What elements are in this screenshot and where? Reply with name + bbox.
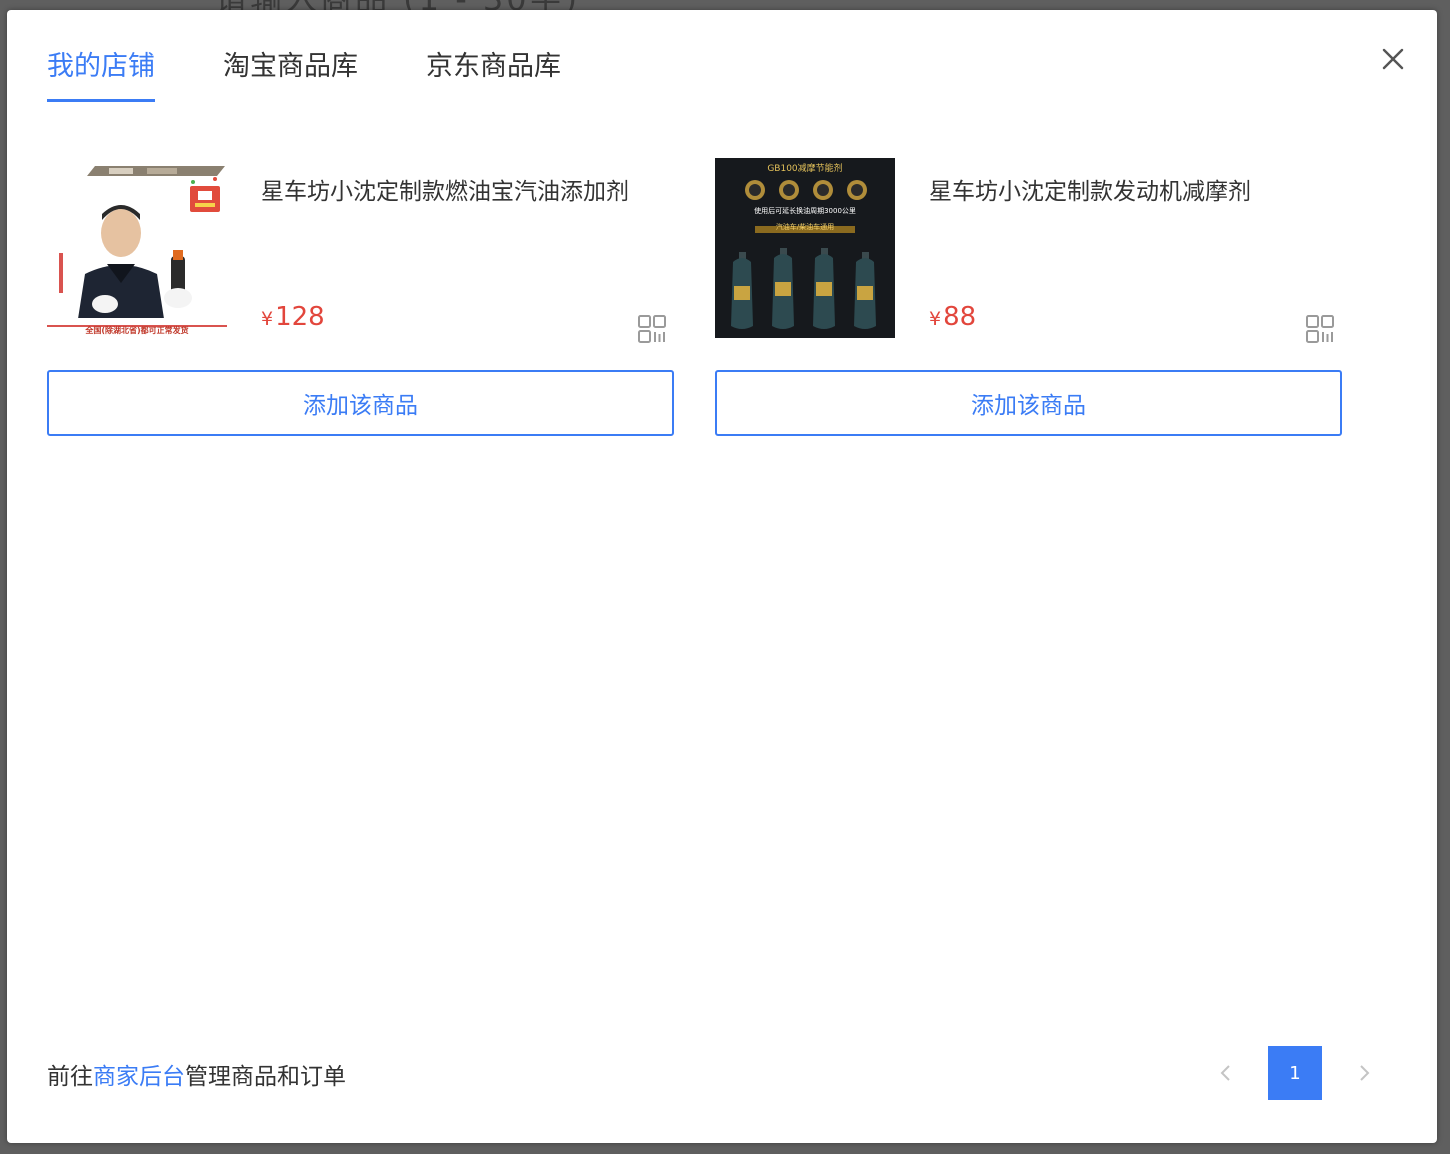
tab-my-shop[interactable]: 我的店铺 xyxy=(47,44,155,102)
product-image-tagline: 使用后可延长换油周期3000公里 xyxy=(754,207,856,215)
product-title: 星车坊小沈定制款燃油宝汽油添加剂 xyxy=(261,179,629,205)
source-tabs: 我的店铺 淘宝商品库 京东商品库 xyxy=(47,44,629,102)
tab-taobao-library[interactable]: 淘宝商品库 xyxy=(223,44,358,102)
merchant-backend-link[interactable]: 商家后台 xyxy=(93,1064,185,1090)
footer-prefix: 前往 xyxy=(47,1064,93,1090)
add-product-button[interactable]: 添加该商品 xyxy=(715,370,1342,436)
qr-code-icon[interactable] xyxy=(1305,314,1335,344)
product-image-banner: GB100减摩节能剂 xyxy=(767,164,843,174)
tab-jd-library[interactable]: 京东商品库 xyxy=(426,44,561,102)
chevron-left-icon xyxy=(1220,1065,1230,1081)
currency-symbol: ¥ xyxy=(929,308,942,330)
pagination: 1 xyxy=(1211,1046,1379,1100)
price-value: 128 xyxy=(275,302,325,332)
product-price: ¥88 xyxy=(929,302,976,332)
next-page-button[interactable] xyxy=(1349,1058,1379,1088)
product-picker-modal: 我的店铺 淘宝商品库 京东商品库 全国(除湖北省)都可正常发货 星车坊小沈定制款… xyxy=(7,10,1437,1143)
product-title: 星车坊小沈定制款发动机减摩剂 xyxy=(929,179,1251,205)
footer-suffix: 管理商品和订单 xyxy=(185,1064,346,1090)
product-price: ¥128 xyxy=(261,302,325,332)
prev-page-button[interactable] xyxy=(1211,1058,1241,1088)
product-image-tagline: 汽油车/柴油车通用 xyxy=(775,223,835,231)
page-number-current[interactable]: 1 xyxy=(1268,1046,1322,1100)
qr-code-icon[interactable] xyxy=(637,314,667,344)
merchant-backend-hint: 前往商家后台管理商品和订单 xyxy=(47,1057,346,1091)
close-icon[interactable] xyxy=(1379,45,1407,73)
currency-symbol: ¥ xyxy=(261,308,274,330)
add-product-button[interactable]: 添加该商品 xyxy=(47,370,674,436)
product-image[interactable]: 全国(除湖北省)都可正常发货 xyxy=(47,158,227,338)
chevron-right-icon xyxy=(1360,1065,1370,1081)
price-value: 88 xyxy=(943,302,977,332)
product-image[interactable]: GB100减摩节能剂 使用后可延长换油周期3000公里 汽油车/柴油车通用 xyxy=(715,158,895,338)
product-image-caption: 全国(除湖北省)都可正常发货 xyxy=(85,326,189,335)
